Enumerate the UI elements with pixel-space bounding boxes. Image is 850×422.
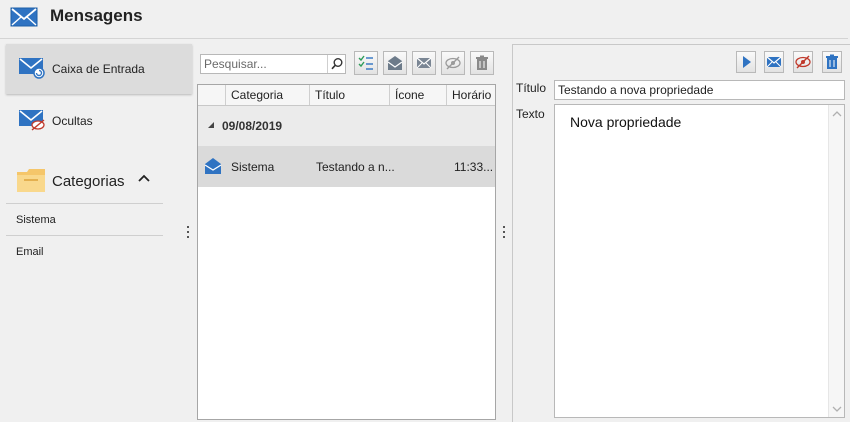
play-icon: [743, 56, 751, 68]
column-header-icone[interactable]: Ícone: [390, 85, 447, 105]
open-mail-icon: [387, 56, 403, 70]
category-label: Sistema: [16, 214, 56, 226]
hidden-mail-icon: [19, 110, 45, 131]
delete-button[interactable]: [822, 51, 842, 73]
table-row[interactable]: Sistema Testando a n... 11:33...: [198, 146, 495, 187]
title-divider: [0, 38, 848, 39]
titulo-field[interactable]: [554, 80, 845, 100]
nav-item-hidden[interactable]: Ocultas: [6, 96, 192, 146]
message-grid: Categoria Título Ícone Horário 09/08/201…: [197, 84, 496, 420]
mark-unread-button[interactable]: [412, 51, 436, 75]
mark-unread-button[interactable]: [764, 51, 784, 73]
collapse-triangle-icon[interactable]: [207, 121, 215, 129]
play-button[interactable]: [736, 51, 756, 73]
cell-horario: 11:33...: [454, 160, 494, 174]
scrollbar[interactable]: [828, 105, 844, 417]
navigation-pane: Caixa de Entrada Ocultas Categorias Sist…: [0, 44, 196, 422]
group-row[interactable]: 09/08/2019: [198, 106, 495, 146]
nav-item-inbox[interactable]: Caixa de Entrada: [6, 44, 192, 94]
folder-icon: [17, 169, 45, 192]
categories-header[interactable]: Categorias: [6, 162, 192, 202]
mark-read-button[interactable]: [383, 51, 407, 75]
trash-icon: [826, 54, 838, 69]
column-header-indicator[interactable]: [198, 85, 226, 105]
texto-content: Nova propriedade: [570, 114, 682, 130]
scroll-down-icon[interactable]: [832, 405, 842, 413]
category-label: Email: [16, 246, 44, 258]
select-all-icon: [358, 55, 373, 70]
titulo-label: Título: [516, 81, 547, 95]
open-mail-icon: [204, 158, 222, 174]
inbox-mail-icon: [19, 58, 45, 79]
select-all-button[interactable]: [354, 51, 378, 75]
trash-icon: [476, 55, 488, 70]
category-item-email[interactable]: Email: [6, 235, 163, 267]
texto-field[interactable]: Nova propriedade: [554, 104, 845, 418]
search-input[interactable]: [201, 55, 327, 73]
chevron-up-icon[interactable]: [137, 172, 151, 184]
search-button[interactable]: [327, 55, 345, 73]
splitter-handle[interactable]: [503, 226, 506, 240]
hide-button[interactable]: [441, 51, 465, 75]
category-item-sistema[interactable]: Sistema: [6, 203, 163, 235]
texto-label: Texto: [516, 107, 545, 121]
scroll-up-icon[interactable]: [832, 110, 842, 118]
column-header-horario[interactable]: Horário: [447, 85, 495, 105]
app-title: Mensagens: [50, 6, 143, 25]
hide-button[interactable]: [793, 51, 813, 73]
group-date: 09/08/2019: [222, 119, 283, 133]
hide-icon: [445, 56, 461, 70]
delete-button[interactable]: [470, 51, 494, 75]
splitter-handle[interactable]: [187, 226, 190, 240]
cell-categoria: Sistema: [231, 160, 275, 174]
mail-icon: [766, 56, 782, 68]
mail-icon: [416, 57, 432, 69]
grid-header: Categoria Título Ícone Horário: [198, 85, 495, 106]
hide-icon: [795, 55, 811, 69]
column-header-titulo[interactable]: Título: [310, 85, 390, 105]
search-icon: [331, 58, 343, 70]
nav-item-label: Ocultas: [52, 114, 93, 128]
mail-icon: [10, 7, 38, 27]
categories-label: Categorias: [52, 173, 125, 190]
column-header-categoria[interactable]: Categoria: [226, 85, 310, 105]
nav-item-label: Caixa de Entrada: [52, 62, 145, 76]
search-box: [200, 54, 346, 74]
cell-titulo: Testando a n...: [316, 160, 395, 174]
